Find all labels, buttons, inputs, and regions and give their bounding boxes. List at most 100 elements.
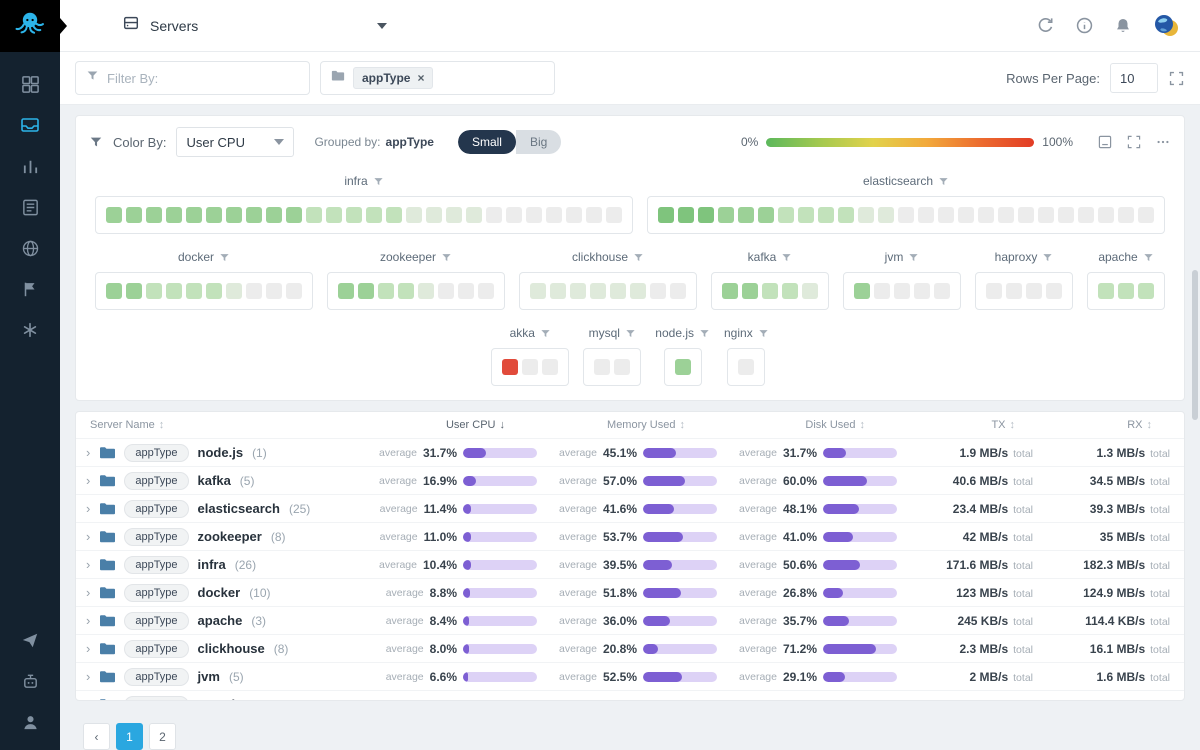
sort-icon[interactable]: ↕ (1147, 419, 1153, 431)
heatmap-cell[interactable] (106, 283, 122, 299)
chevron-right-icon[interactable]: › (86, 474, 90, 487)
heatmap-cell[interactable] (446, 207, 462, 223)
bell-icon[interactable] (1114, 17, 1132, 35)
filter-icon[interactable] (781, 252, 792, 263)
sort-icon[interactable]: ↕ (860, 419, 866, 431)
heatmap-cell[interactable] (338, 283, 354, 299)
heatmap-cell[interactable] (738, 359, 754, 375)
heatmap-cell[interactable] (894, 283, 910, 299)
heatmap-cell[interactable] (606, 207, 622, 223)
info-icon[interactable] (1075, 16, 1094, 35)
heatmap-cell[interactable] (286, 207, 302, 223)
filter-icon[interactable] (908, 252, 919, 263)
fullscreen-icon[interactable] (1168, 70, 1185, 87)
server-group-name[interactable]: jvm (198, 669, 220, 684)
heatmap-cell[interactable] (266, 207, 282, 223)
filter-input[interactable] (107, 71, 299, 86)
heatmap-cell[interactable] (418, 283, 434, 299)
heatmap-cell[interactable] (366, 207, 382, 223)
heatmap-cell[interactable] (918, 207, 934, 223)
heatmap-cell[interactable] (286, 283, 302, 299)
heatmap-cell[interactable] (758, 207, 774, 223)
heatmap-cell[interactable] (1098, 283, 1114, 299)
sidebar-item-alerts[interactable] (18, 277, 42, 301)
filter-icon[interactable] (633, 252, 644, 263)
server-group-name[interactable]: kafka (198, 473, 231, 488)
heatmap-cell[interactable] (978, 207, 994, 223)
column-header-tx[interactable]: TX↕ (911, 419, 1047, 431)
chevron-right-icon[interactable]: › (86, 670, 90, 683)
heatmap-cell[interactable] (426, 207, 442, 223)
expand-icon[interactable] (1126, 134, 1142, 150)
filter-icon[interactable] (1042, 252, 1053, 263)
server-group-name[interactable]: elasticsearch (198, 501, 280, 516)
heatmap-cell[interactable] (386, 207, 402, 223)
filter-icon[interactable] (219, 252, 230, 263)
heatmap-cell[interactable] (166, 283, 182, 299)
heatmap-cell[interactable] (678, 207, 694, 223)
filter-icon[interactable] (938, 176, 949, 187)
heatmap-cell[interactable] (1078, 207, 1094, 223)
filter-icon[interactable] (625, 328, 636, 339)
sort-icon[interactable]: ↕ (680, 419, 686, 431)
heatmap-cell[interactable] (934, 283, 950, 299)
heatmap-cell[interactable] (650, 283, 666, 299)
heatmap-cell[interactable] (586, 207, 602, 223)
heatmap-cell[interactable] (874, 283, 890, 299)
column-header-user-cpu[interactable]: User CPU↓ (371, 419, 551, 431)
prev-page-button[interactable]: ‹ (83, 723, 110, 750)
heatmap-cell[interactable] (1098, 207, 1114, 223)
sidebar-item-dashboards[interactable] (18, 72, 42, 96)
heatmap-cell[interactable] (742, 283, 758, 299)
heatmap-cell[interactable] (566, 207, 582, 223)
sidebar-item-integrations[interactable] (18, 318, 42, 342)
heatmap-cell[interactable] (126, 207, 142, 223)
rows-per-page-input[interactable] (1110, 63, 1158, 93)
heatmap-cell[interactable] (346, 207, 362, 223)
heatmap-cell[interactable] (1018, 207, 1034, 223)
heatmap-cell[interactable] (438, 283, 454, 299)
column-header-memory-used[interactable]: Memory Used↕ (551, 419, 731, 431)
heatmap-cell[interactable] (1138, 207, 1154, 223)
color-by-select[interactable]: User CPU (176, 127, 294, 157)
sidebar-item-account[interactable] (18, 710, 42, 734)
heatmap-cell[interactable] (530, 283, 546, 299)
heatmap-cell[interactable] (1046, 283, 1062, 299)
heatmap-cell[interactable] (550, 283, 566, 299)
chevron-right-icon[interactable]: › (86, 446, 90, 459)
heatmap-cell[interactable] (398, 283, 414, 299)
size-toggle[interactable]: Small Big (458, 130, 561, 154)
server-group-name[interactable]: zookeeper (198, 529, 262, 544)
heatmap-cell[interactable] (166, 207, 182, 223)
heatmap-cell[interactable] (938, 207, 954, 223)
server-group-name[interactable]: infra (198, 557, 226, 572)
heatmap-cell[interactable] (722, 283, 738, 299)
heatmap-cell[interactable] (502, 359, 518, 375)
heatmap-cell[interactable] (246, 283, 262, 299)
chevron-right-icon[interactable]: › (86, 502, 90, 515)
heatmap-cell[interactable] (782, 283, 798, 299)
heatmap-cell[interactable] (246, 207, 262, 223)
heatmap-cell[interactable] (762, 283, 778, 299)
heatmap-cell[interactable] (146, 283, 162, 299)
filter-icon[interactable] (540, 328, 551, 339)
heatmap-cell[interactable] (798, 207, 814, 223)
heatmap-cell[interactable] (1038, 207, 1054, 223)
heatmap-cell[interactable] (738, 207, 754, 223)
column-header-disk-used[interactable]: Disk Used↕ (731, 419, 911, 431)
heatmap-cell[interactable] (594, 359, 610, 375)
heatmap-cell[interactable] (206, 283, 222, 299)
heatmap-cell[interactable] (406, 207, 422, 223)
heatmap-cell[interactable] (378, 283, 394, 299)
heatmap-cell[interactable] (802, 283, 818, 299)
app-logo[interactable] (0, 0, 60, 52)
size-toggle-small[interactable]: Small (458, 130, 516, 154)
heatmap-cell[interactable] (878, 207, 894, 223)
heatmap-cell[interactable] (506, 207, 522, 223)
heatmap-cell[interactable] (106, 207, 122, 223)
refresh-icon[interactable] (1036, 16, 1055, 35)
heatmap-cell[interactable] (522, 359, 538, 375)
heatmap-cell[interactable] (718, 207, 734, 223)
heatmap-cell[interactable] (1026, 283, 1042, 299)
server-group-name[interactable]: docker (198, 585, 241, 600)
